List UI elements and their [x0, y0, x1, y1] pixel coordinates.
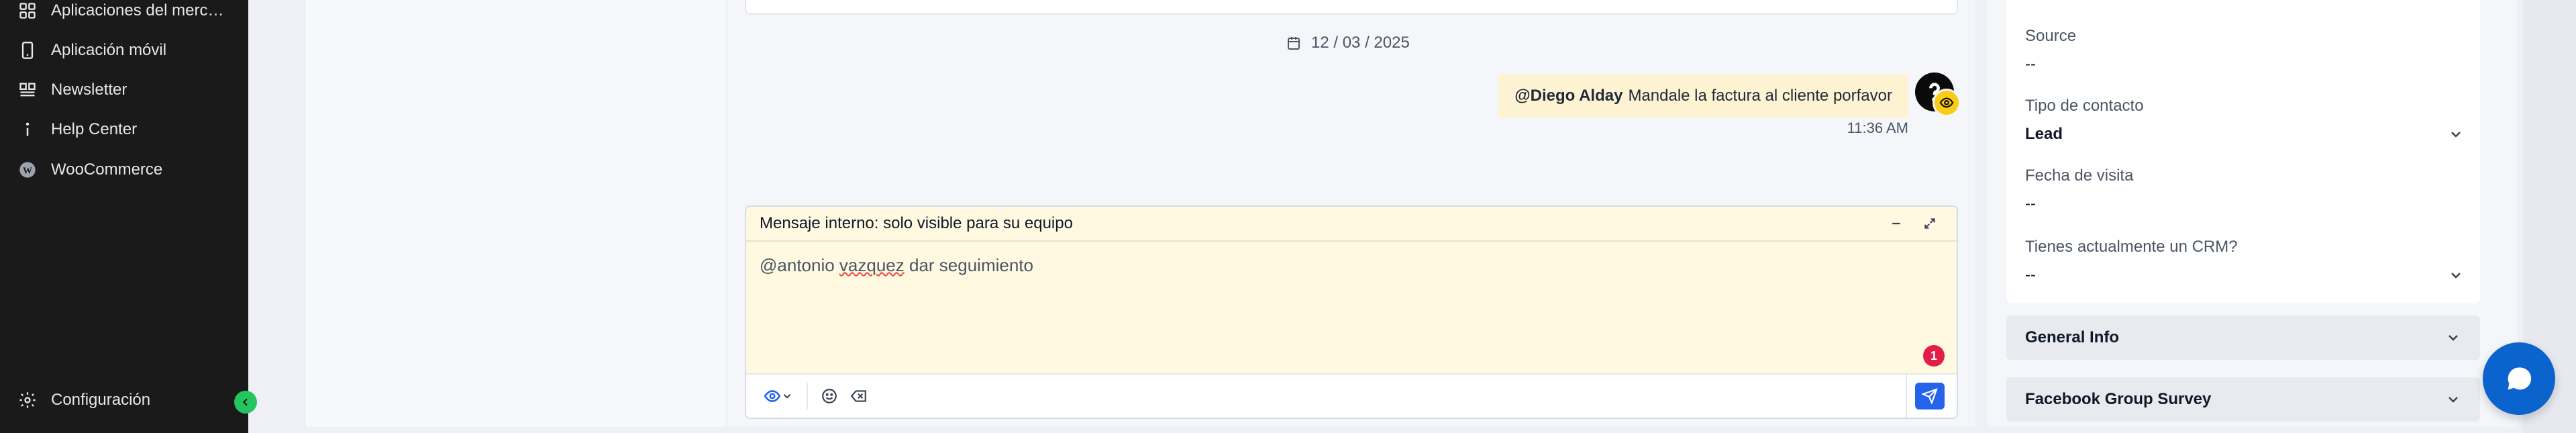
section-general-info[interactable]: General Info: [2006, 316, 2480, 360]
message-composer: Mensaje interno: solo visible para su eq…: [745, 205, 1958, 419]
sidebar-item-label: Help Center: [51, 120, 138, 138]
composer-header: Mensaje interno: solo visible para su eq…: [746, 207, 1957, 242]
chevron-down-icon[interactable]: [2448, 267, 2464, 283]
field-value-contact-type[interactable]: Lead: [2025, 125, 2063, 144]
composer-mode-label: Mensaje interno: solo visible para su eq…: [760, 214, 1073, 232]
field-label-has-crm: Tienes actualmente un CRM?: [2025, 238, 2238, 256]
date-label: 12 / 03 / 2025: [1311, 34, 1410, 52]
internal-note-bubble: @Diego Alday Mandale la factura al clien…: [1498, 74, 1908, 118]
misspelled-word: vazquez: [839, 255, 905, 275]
expand-icon: [1924, 218, 1935, 229]
private-note-badge: [1933, 89, 1961, 117]
previous-message-card: [745, 0, 1958, 15]
visibility-dropdown[interactable]: [757, 381, 800, 411]
message-timestamp: 11:36 AM: [1847, 119, 1908, 136]
notification-badge: 1: [1923, 345, 1945, 367]
sidebar-item-woocommerce[interactable]: W WooCommerce: [17, 156, 162, 183]
toolbar-divider: [807, 383, 808, 410]
date-separator: 12 / 03 / 2025: [1278, 30, 1418, 56]
minimize-button[interactable]: [1883, 210, 1910, 237]
field-value-has-crm[interactable]: --: [2025, 266, 2036, 285]
field-value-visit-date[interactable]: --: [2025, 195, 2036, 213]
sidebar-item-label: Newsletter: [51, 81, 127, 99]
chevron-left-icon: [242, 398, 248, 406]
eye-icon: [764, 390, 781, 402]
expand-button[interactable]: [1916, 210, 1943, 237]
calendar-icon: [1288, 37, 1300, 50]
section-title: General Info: [2025, 328, 2120, 346]
contact-properties-card: Source -- Tipo de contacto Lead Fecha de…: [2006, 0, 2480, 303]
conversation-list-area: [306, 0, 726, 427]
sidebar-item-marketplace[interactable]: Aplicaciones del merc…: [17, 0, 223, 24]
contact-details-panel: Source -- Tipo de contacto Lead Fecha de…: [1988, 0, 2518, 427]
sidebar-item-help-center[interactable]: Help Center: [17, 116, 137, 143]
wordpress-icon: W: [17, 160, 38, 180]
field-label-visit-date: Fecha de visita: [2025, 166, 2134, 185]
composer-textarea[interactable]: @antonio vazquez dar seguimiento: [760, 255, 1033, 276]
field-label-contact-type: Tipo de contacto: [2025, 97, 2144, 115]
backspace-icon: [850, 390, 866, 402]
sidebar-item-settings[interactable]: Configuración: [17, 387, 150, 414]
composer-text-part: dar seguimiento: [904, 255, 1033, 275]
sidebar-item-label: Aplicaciones del merc…: [51, 1, 224, 19]
collapse-sidebar-button[interactable]: [234, 391, 257, 414]
newsletter-icon: [17, 80, 38, 100]
chevron-down-icon: [2449, 335, 2458, 341]
section-facebook-group-survey[interactable]: Facebook Group Survey: [2006, 377, 2480, 422]
emoji-icon: [822, 389, 837, 403]
chat-launcher-button[interactable]: [2483, 342, 2555, 415]
note-text: Mandale la factura al cliente porfavor: [1628, 87, 1892, 105]
grid-icon: [17, 1, 38, 21]
field-label-source: Source: [2025, 27, 2077, 45]
send-button[interactable]: [1915, 383, 1945, 410]
sidebar-item-newsletter[interactable]: Newsletter: [17, 77, 127, 103]
mention-text[interactable]: @Diego Alday: [1514, 87, 1622, 105]
sidebar-item-label: Configuración: [51, 391, 151, 409]
chevron-down-icon[interactable]: [2448, 126, 2464, 142]
composer-text-part: @antonio: [760, 255, 839, 275]
chat-bubble-icon: [2508, 367, 2532, 390]
conversation-panel: 12 / 03 / 2025 @Diego Alday Mandale la f…: [727, 0, 1975, 427]
sidebar-item-mobile-app[interactable]: Aplicación móvil: [17, 37, 166, 64]
field-value-source[interactable]: --: [2025, 55, 2036, 74]
gear-icon: [17, 390, 38, 410]
minus-icon: [1892, 222, 1900, 225]
left-sidebar: Aplicaciones del merc… Aplicación móvil …: [0, 0, 248, 433]
section-title: Facebook Group Survey: [2025, 390, 2212, 408]
chevron-down-icon: [783, 394, 791, 399]
chevron-down-icon: [2449, 397, 2458, 403]
emoji-button[interactable]: [815, 381, 844, 411]
sidebar-item-label: WooCommerce: [51, 160, 163, 179]
composer-toolbar: [746, 373, 1957, 418]
mobile-icon: [17, 40, 38, 60]
clear-button[interactable]: [844, 381, 874, 411]
toolbar-divider: [1906, 375, 1907, 418]
send-icon: [1922, 388, 1938, 404]
eye-icon: [1939, 97, 1954, 108]
sidebar-item-label: Aplicación móvil: [51, 41, 167, 59]
svg-text:W: W: [23, 166, 32, 176]
info-icon: [17, 119, 38, 140]
